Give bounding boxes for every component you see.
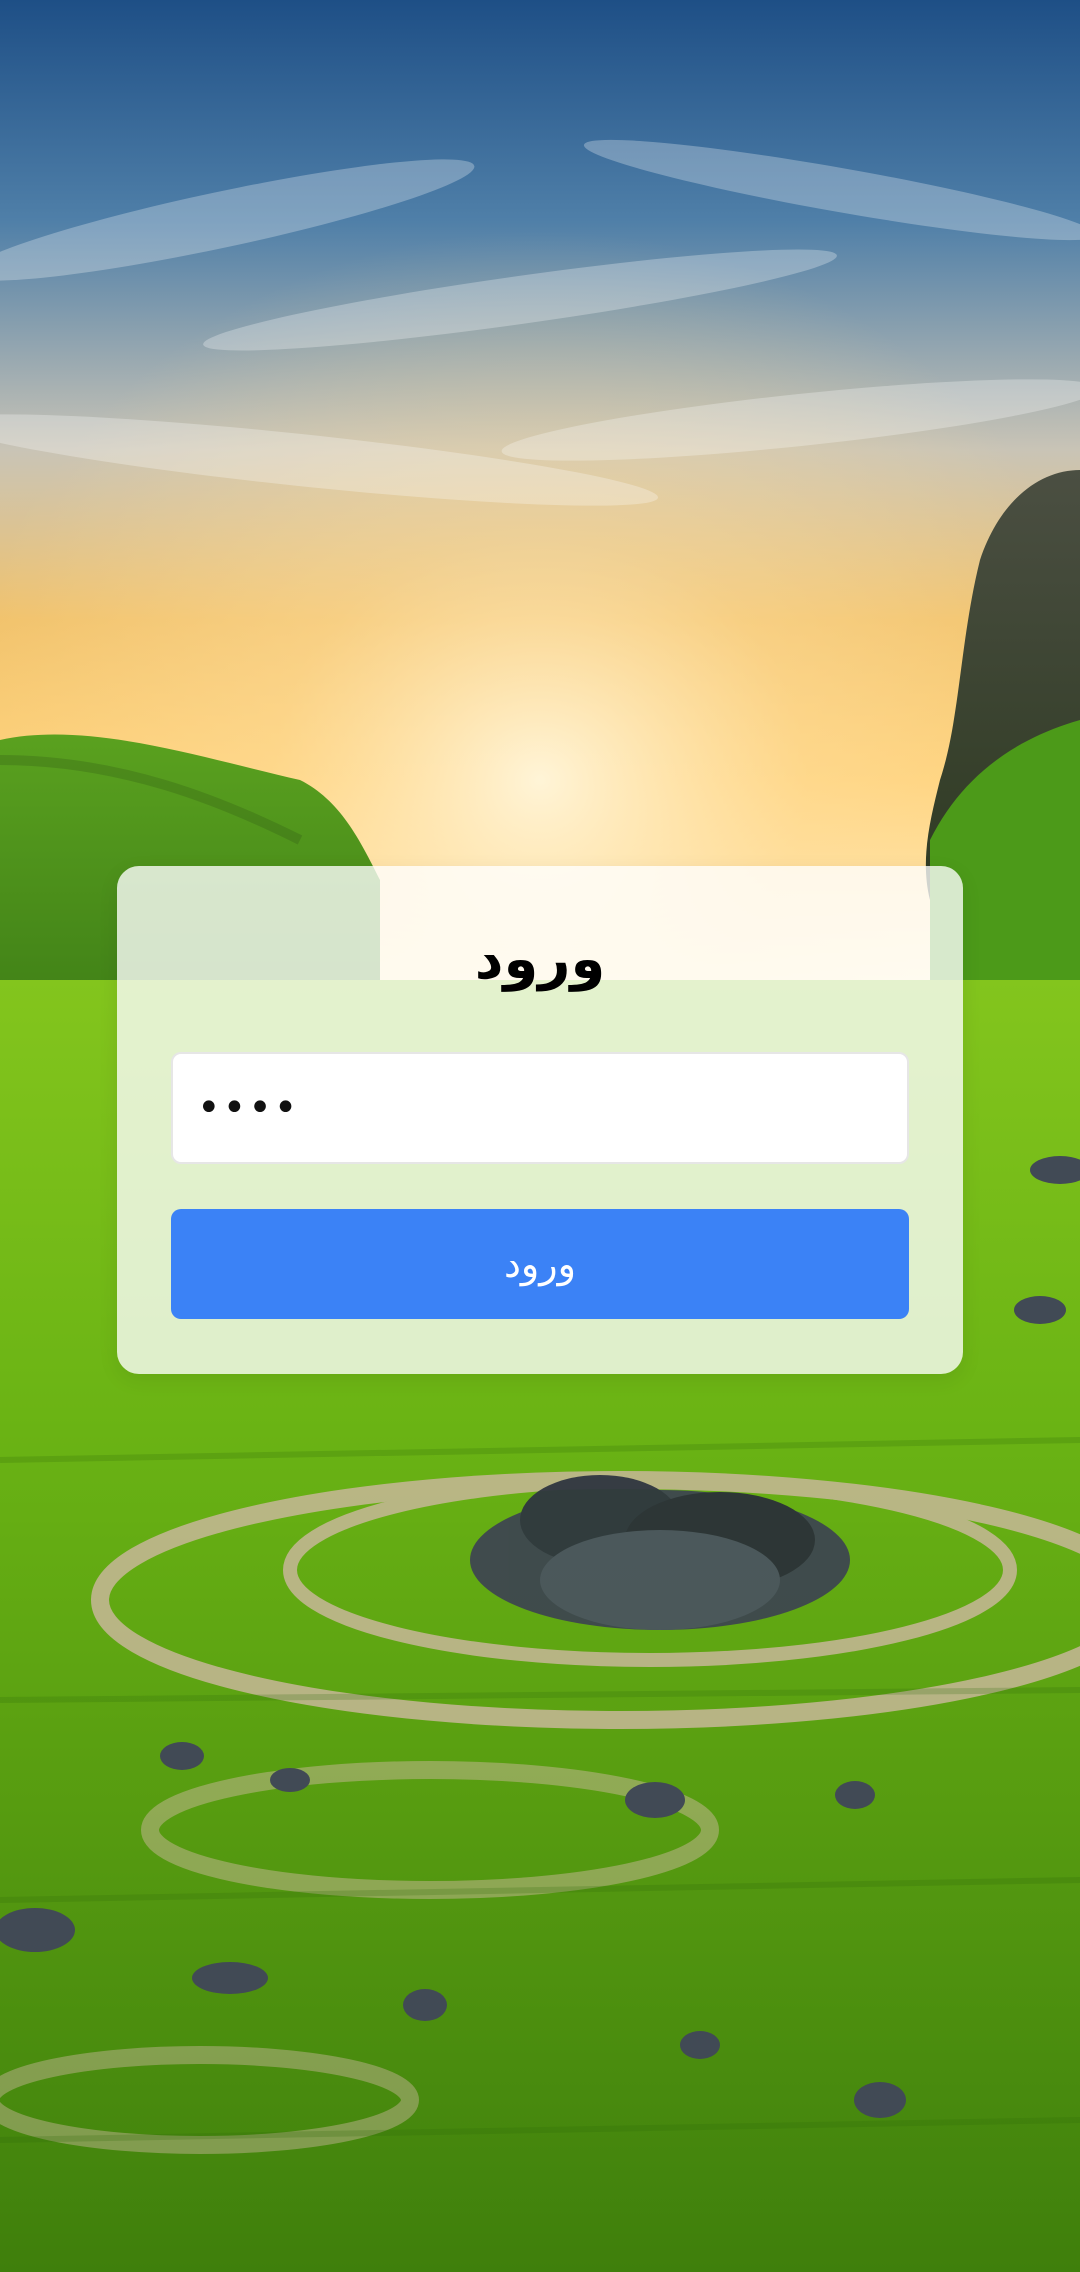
password-input[interactable] (171, 1052, 909, 1164)
login-card: ورود ورود (117, 866, 963, 1374)
login-button[interactable]: ورود (171, 1209, 909, 1319)
login-title: ورود (474, 927, 606, 992)
